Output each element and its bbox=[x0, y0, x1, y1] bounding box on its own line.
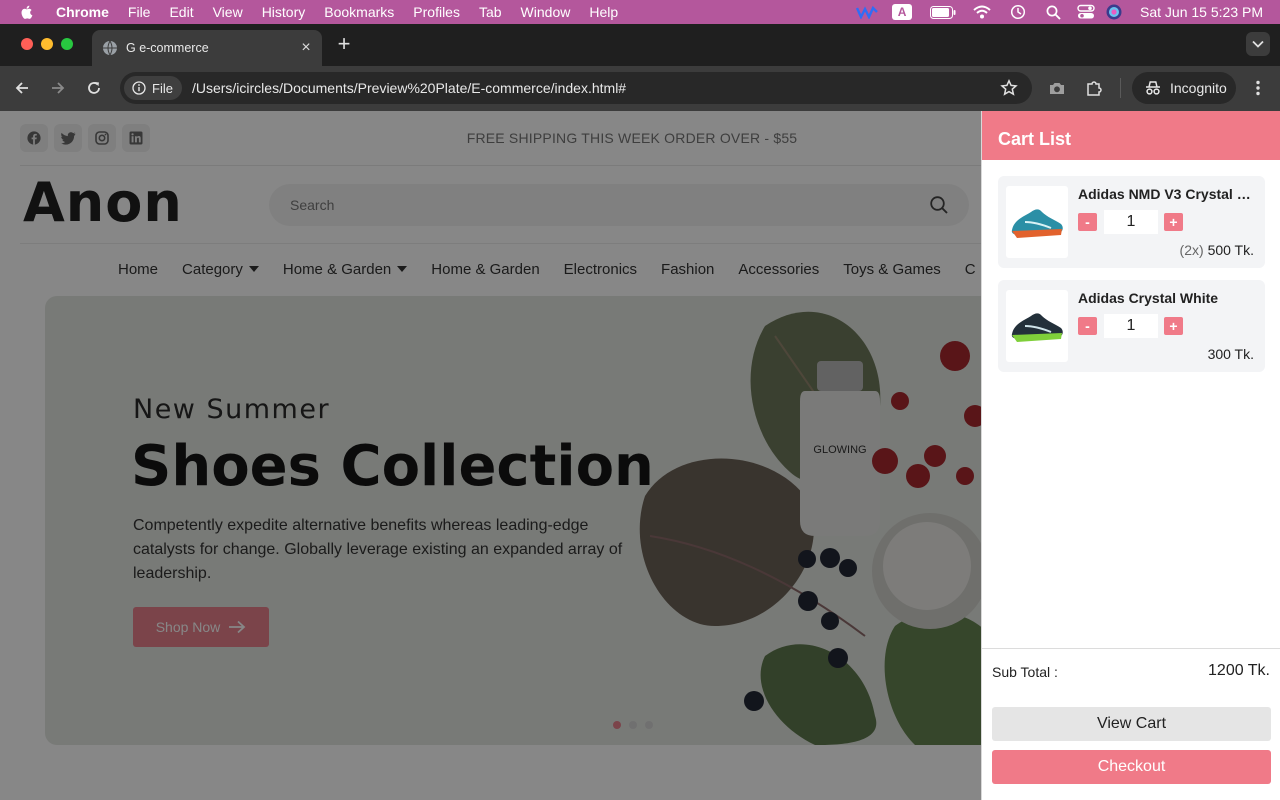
menu-profiles[interactable]: Profiles bbox=[413, 0, 460, 24]
menu-tab[interactable]: Tab bbox=[479, 0, 502, 24]
toolbar-divider bbox=[1120, 78, 1121, 98]
more-menu-icon[interactable] bbox=[1248, 78, 1268, 98]
back-arrow-icon[interactable] bbox=[12, 78, 32, 98]
tab-search-chevron-icon[interactable] bbox=[1246, 32, 1270, 56]
siri-icon[interactable] bbox=[1102, 0, 1126, 24]
sneaker-image bbox=[1011, 313, 1063, 342]
increase-qty-button[interactable]: + bbox=[1164, 317, 1183, 335]
subtotal-label: Sub Total : bbox=[992, 664, 1058, 680]
menu-file[interactable]: File bbox=[128, 0, 151, 24]
reload-icon[interactable] bbox=[84, 78, 104, 98]
cart-item-amount: 300 Tk. bbox=[1207, 346, 1254, 362]
spotlight-search-icon[interactable] bbox=[1036, 0, 1070, 24]
subtotal-value: 1200 Tk. bbox=[1208, 662, 1270, 679]
cart-item-name[interactable]: Adidas NMD V3 Crystal White bbox=[1078, 186, 1256, 202]
browser-tab-active[interactable]: G e-commerce × bbox=[92, 30, 322, 66]
menu-edit[interactable]: Edit bbox=[169, 0, 193, 24]
cart-item-multiplier: (2x) bbox=[1179, 242, 1204, 258]
modal-backdrop[interactable] bbox=[0, 111, 981, 800]
site-chip-label: File bbox=[152, 80, 173, 96]
macos-menu-bar: Chrome File Edit View History Bookmarks … bbox=[0, 0, 1280, 24]
menu-help[interactable]: Help bbox=[589, 0, 618, 24]
storefront: FREE SHIPPING THIS WEEK ORDER OVER - $55… bbox=[0, 111, 981, 800]
quantity-input[interactable] bbox=[1104, 314, 1158, 338]
url-text[interactable]: /Users/icircles/Documents/Preview%20Plat… bbox=[192, 80, 626, 96]
cart-item: Adidas NMD V3 Crystal White - + (2x) 500… bbox=[998, 176, 1265, 268]
forward-arrow-icon[interactable] bbox=[48, 78, 68, 98]
new-tab-icon[interactable]: + bbox=[334, 33, 354, 55]
menu-bookmarks[interactable]: Bookmarks bbox=[324, 0, 394, 24]
incognito-label: Incognito bbox=[1170, 80, 1227, 96]
view-cart-button[interactable]: View Cart bbox=[992, 707, 1271, 741]
menu-history[interactable]: History bbox=[262, 0, 306, 24]
tab-title: G e-commerce bbox=[126, 41, 209, 55]
info-icon bbox=[132, 81, 146, 95]
sneaker-image bbox=[1011, 209, 1063, 238]
cart-item-price: (2x) 500 Tk. bbox=[1180, 242, 1254, 258]
browser-toolbar: File /Users/icircles/Documents/Preview%2… bbox=[0, 66, 1280, 111]
globe-icon bbox=[103, 40, 117, 56]
increase-qty-button[interactable]: + bbox=[1164, 213, 1183, 231]
product-thumbnail[interactable] bbox=[1006, 186, 1068, 258]
decrease-qty-button[interactable]: - bbox=[1078, 213, 1097, 231]
cart-item: Adidas Crystal White - + 300 Tk. bbox=[998, 280, 1265, 372]
window-minimize-button[interactable] bbox=[41, 38, 53, 50]
cart-title: Cart List bbox=[982, 111, 1280, 160]
cart-drawer: Cart List Adidas NMD V3 Crystal White - … bbox=[981, 111, 1280, 800]
address-bar[interactable]: File /Users/icircles/Documents/Preview%2… bbox=[120, 72, 1032, 104]
incognito-indicator[interactable]: Incognito bbox=[1132, 72, 1236, 104]
apple-icon[interactable] bbox=[19, 4, 35, 20]
browser-tab-strip: G e-commerce × + bbox=[0, 24, 1280, 66]
time-machine-icon[interactable] bbox=[1000, 0, 1036, 24]
window-zoom-button[interactable] bbox=[61, 38, 73, 50]
menu-view[interactable]: View bbox=[213, 0, 243, 24]
menubar-clock[interactable]: Sat Jun 15 5:23 PM bbox=[1140, 4, 1263, 20]
control-center-icon[interactable] bbox=[1070, 0, 1102, 24]
tab-close-icon[interactable]: × bbox=[298, 40, 314, 56]
wave-app-icon[interactable] bbox=[852, 0, 882, 24]
camera-icon[interactable] bbox=[1047, 78, 1067, 98]
wifi-icon[interactable] bbox=[964, 0, 1000, 24]
incognito-icon bbox=[1146, 81, 1160, 95]
battery-icon[interactable] bbox=[922, 0, 964, 24]
cart-footer-divider bbox=[982, 648, 1280, 649]
quantity-input[interactable] bbox=[1104, 210, 1158, 234]
input-source-icon[interactable]: A bbox=[882, 0, 922, 24]
cart-item-amount: 500 Tk. bbox=[1207, 242, 1254, 258]
decrease-qty-button[interactable]: - bbox=[1078, 317, 1097, 335]
menu-window[interactable]: Window bbox=[521, 0, 571, 24]
menu-app-chrome[interactable]: Chrome bbox=[56, 0, 109, 24]
site-info-chip[interactable]: File bbox=[124, 76, 182, 100]
cart-item-price: 300 Tk. bbox=[1208, 346, 1254, 362]
extensions-puzzle-icon[interactable] bbox=[1084, 78, 1104, 98]
checkout-button[interactable]: Checkout bbox=[992, 750, 1271, 784]
page-viewport: FREE SHIPPING THIS WEEK ORDER OVER - $55… bbox=[0, 111, 1280, 800]
window-close-button[interactable] bbox=[21, 38, 33, 50]
product-thumbnail[interactable] bbox=[1006, 290, 1068, 362]
bookmark-star-icon[interactable] bbox=[1000, 78, 1018, 100]
cart-item-name[interactable]: Adidas Crystal White bbox=[1078, 290, 1256, 306]
